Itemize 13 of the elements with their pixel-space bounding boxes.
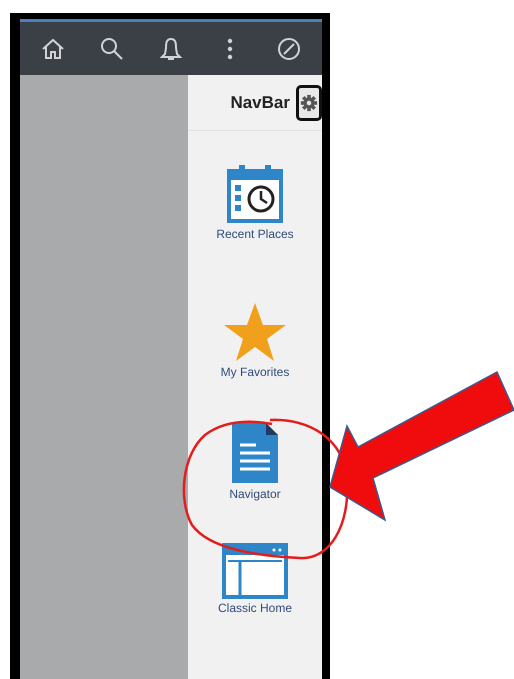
nav-tile[interactable]: Navigator [188,421,322,503]
compass-icon[interactable] [276,36,302,62]
gear-icon [300,94,318,112]
window-icon [222,543,288,599]
document-icon [230,421,280,485]
panel-title: NavBar [230,92,290,114]
nav-tile[interactable]: My Favorites [188,301,322,381]
nav-tile[interactable]: Classic Home [188,543,322,617]
search-icon[interactable] [99,36,126,62]
bell-icon[interactable] [158,36,184,62]
settings-button[interactable] [296,84,322,120]
star-icon [223,301,287,363]
nav-tile[interactable]: Recent Places [188,161,322,243]
